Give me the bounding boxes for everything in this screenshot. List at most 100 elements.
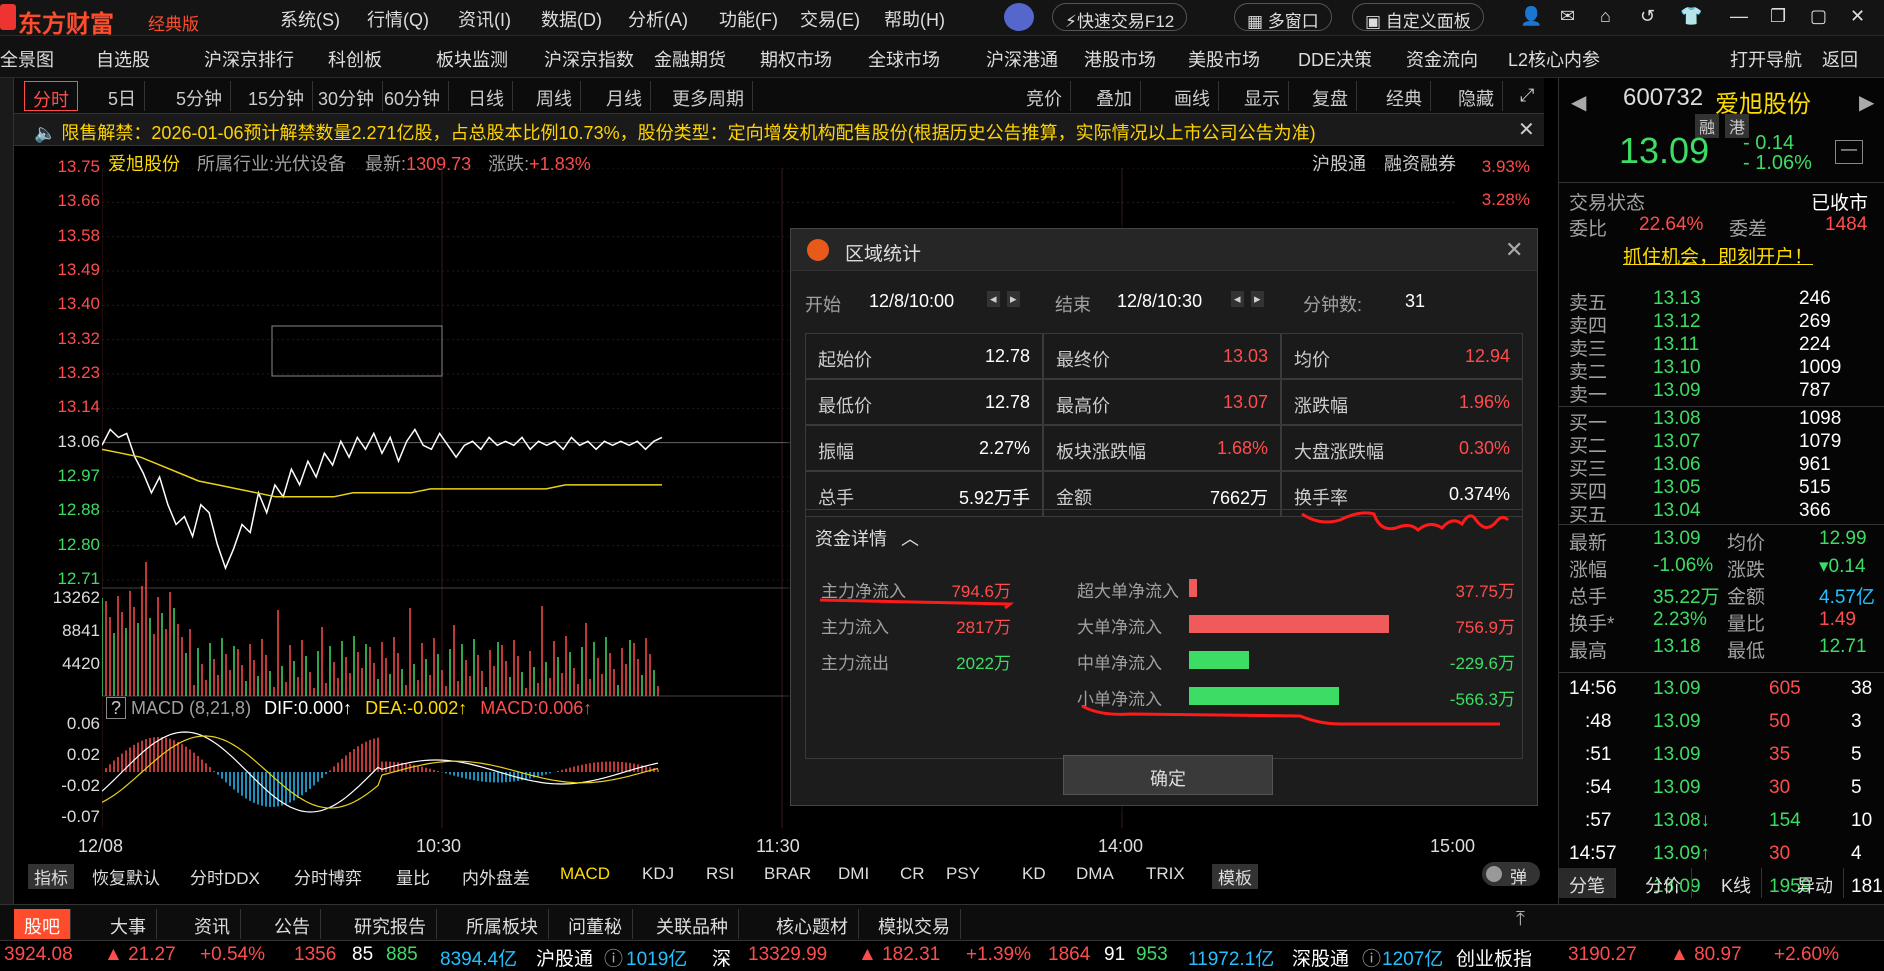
toolbar-right-1[interactable]: 叠加 [1088,81,1141,111]
bid-row-2[interactable]: 买三 13.06 961 [1569,454,1879,480]
menu-1[interactable]: 行情(Q) [367,6,429,32]
quick-trade-button[interactable]: ⚡快速交易F12 [1052,3,1188,31]
menu-7[interactable]: 帮助(H) [884,6,945,32]
indicator-6[interactable]: MACD [560,864,610,884]
next-stock-icon[interactable]: ▶ [1859,90,1874,115]
close-window-icon[interactable]: ✕ [1850,6,1865,27]
cy-index[interactable]: 3190.27 [1568,944,1637,966]
bottom-tab-5[interactable]: 所属板块 [456,909,549,939]
period-tab-5[interactable]: 60分钟 [376,81,450,111]
bottom-tab-6[interactable]: 问董秘 [558,909,633,939]
ask-row-0[interactable]: 卖五 13.13 246 [1569,288,1879,314]
bid-row-1[interactable]: 买二 13.07 1079 [1569,431,1879,457]
custom-panel-button[interactable]: ▣ 自定义面板 [1352,3,1484,31]
bottom-tab-3[interactable]: 公告 [264,909,321,939]
menu-3[interactable]: 数据(D) [541,6,602,32]
hgt-help-icon[interactable]: ⓘ [604,944,623,971]
open-account-link[interactable]: 抓住机会，即刻开户！ [1623,242,1813,269]
indicator-13[interactable]: KD [1022,864,1046,884]
collapse-button[interactable]: — [1835,140,1863,164]
bottom-tab-9[interactable]: 模拟交易 [868,909,961,939]
nav-item-8[interactable]: 全球市场 [868,46,940,72]
maximize-window-icon[interactable]: ▢ [1810,6,1827,27]
nav-item-4[interactable]: 板块监测 [436,46,508,72]
indicator-14[interactable]: DMA [1076,864,1114,884]
menu-5[interactable]: 功能(F) [719,6,778,32]
indicator-0[interactable]: 指标 [28,864,74,889]
toolbar-right-4[interactable]: 复盘 [1304,81,1357,111]
nav-item-9[interactable]: 沪深港通 [986,46,1058,72]
sh-index[interactable]: 3924.08 [4,944,73,966]
indicator-4[interactable]: 量比 [396,864,430,889]
indicator-7[interactable]: KDJ [642,864,674,884]
nav-item-12[interactable]: DDE决策 [1298,46,1372,72]
toolbar-right-0[interactable]: 竞价 [1018,81,1071,111]
toolbar-right-3[interactable]: 显示 [1236,81,1289,111]
period-tab-0[interactable]: 分时 [24,81,78,111]
bid-row-3[interactable]: 买四 13.05 515 [1569,477,1879,503]
nav-item-2[interactable]: 沪深京排行 [204,46,294,72]
bottom-tab-7[interactable]: 关联品种 [646,909,739,939]
restore-window-icon[interactable]: ❐ [1770,6,1786,27]
mail-icon[interactable]: ✉ [1560,6,1575,27]
ask-row-4[interactable]: 卖一 13.09 787 [1569,380,1879,406]
refresh-icon[interactable]: ↺ [1640,6,1655,27]
ask-row-1[interactable]: 卖四 13.12 269 [1569,311,1879,337]
end-prev-button[interactable]: ◂ [1231,291,1244,307]
quote-tab-0[interactable]: 分笔 [1559,868,1616,898]
indicator-10[interactable]: DMI [838,864,869,884]
nav-item-1[interactable]: 自选股 [96,46,150,72]
indicator-11[interactable]: CR [900,864,925,884]
nav-item-0[interactable]: 全景图 [0,46,54,72]
home-icon[interactable]: ⌂ [1600,6,1611,27]
minimize-window-icon[interactable]: — [1730,6,1748,27]
period-tab-6[interactable]: 日线 [460,81,513,111]
period-tab-1[interactable]: 5日 [100,81,146,111]
menu-6[interactable]: 交易(E) [800,6,860,32]
nav-item-10[interactable]: 港股市场 [1084,46,1156,72]
back-link[interactable]: 返回 [1822,46,1858,72]
indicator-1[interactable]: 恢复默认 [92,864,160,889]
indicator-2[interactable]: 分时DDX [190,864,260,889]
quote-tab-2[interactable]: K线 [1711,868,1763,898]
end-next-button[interactable]: ▸ [1251,291,1264,307]
start-prev-button[interactable]: ◂ [987,291,1000,307]
help-icon[interactable]: ? [106,697,127,719]
bottom-tab-2[interactable]: 资讯 [184,909,241,939]
popup-toggle[interactable]: 弹 [1482,862,1540,887]
ask-row-3[interactable]: 卖二 13.10 1009 [1569,357,1879,383]
nav-item-7[interactable]: 期权市场 [760,46,832,72]
shirt-icon[interactable]: 👕 [1680,6,1702,27]
menu-4[interactable]: 分析(A) [628,6,688,32]
bottom-tab-8[interactable]: 核心题材 [766,909,859,939]
user-icon[interactable]: 👤 [1520,6,1542,27]
nav-item-3[interactable]: 科创板 [328,46,382,72]
open-nav-link[interactable]: 打开导航 [1730,46,1802,72]
period-tab-4[interactable]: 30分钟 [310,81,384,111]
fullscreen-icon[interactable]: ⤢ [1512,81,1542,111]
period-tab-9[interactable]: 更多周期 [664,81,753,111]
indicator-15[interactable]: TRIX [1146,864,1185,884]
quote-tab-3[interactable]: 异动 [1787,868,1844,898]
nav-item-6[interactable]: 金融期货 [654,46,726,72]
fund-detail-toggle[interactable]: 资金详情 ︿ [815,525,919,551]
bid-row-4[interactable]: 买五 13.04 366 [1569,500,1879,526]
bottom-tab-4[interactable]: 研究报告 [344,909,437,939]
period-tab-8[interactable]: 月线 [598,81,651,111]
nav-item-13[interactable]: 资金流向 [1406,46,1478,72]
multi-window-button[interactable]: ▦ 多窗口 [1234,3,1332,31]
indicator-3[interactable]: 分时博弈 [294,864,362,889]
period-tab-2[interactable]: 5分钟 [168,81,232,111]
indicator-12[interactable]: PSY [946,864,980,884]
bid-row-0[interactable]: 买一 13.08 1098 [1569,408,1879,434]
prev-stock-icon[interactable]: ◀ [1571,90,1586,115]
indicator-9[interactable]: BRAR [764,864,811,884]
bottom-tab-1[interactable]: 大事 [100,909,157,939]
indicator-5[interactable]: 内外盘差 [462,864,530,889]
menu-0[interactable]: 系统(S) [280,6,340,32]
robot-icon[interactable] [1004,3,1034,31]
sz-index[interactable]: 13329.99 [748,944,827,966]
toolbar-right-6[interactable]: 隐藏 [1450,81,1503,111]
menu-2[interactable]: 资讯(I) [458,6,511,32]
nav-item-11[interactable]: 美股市场 [1188,46,1260,72]
